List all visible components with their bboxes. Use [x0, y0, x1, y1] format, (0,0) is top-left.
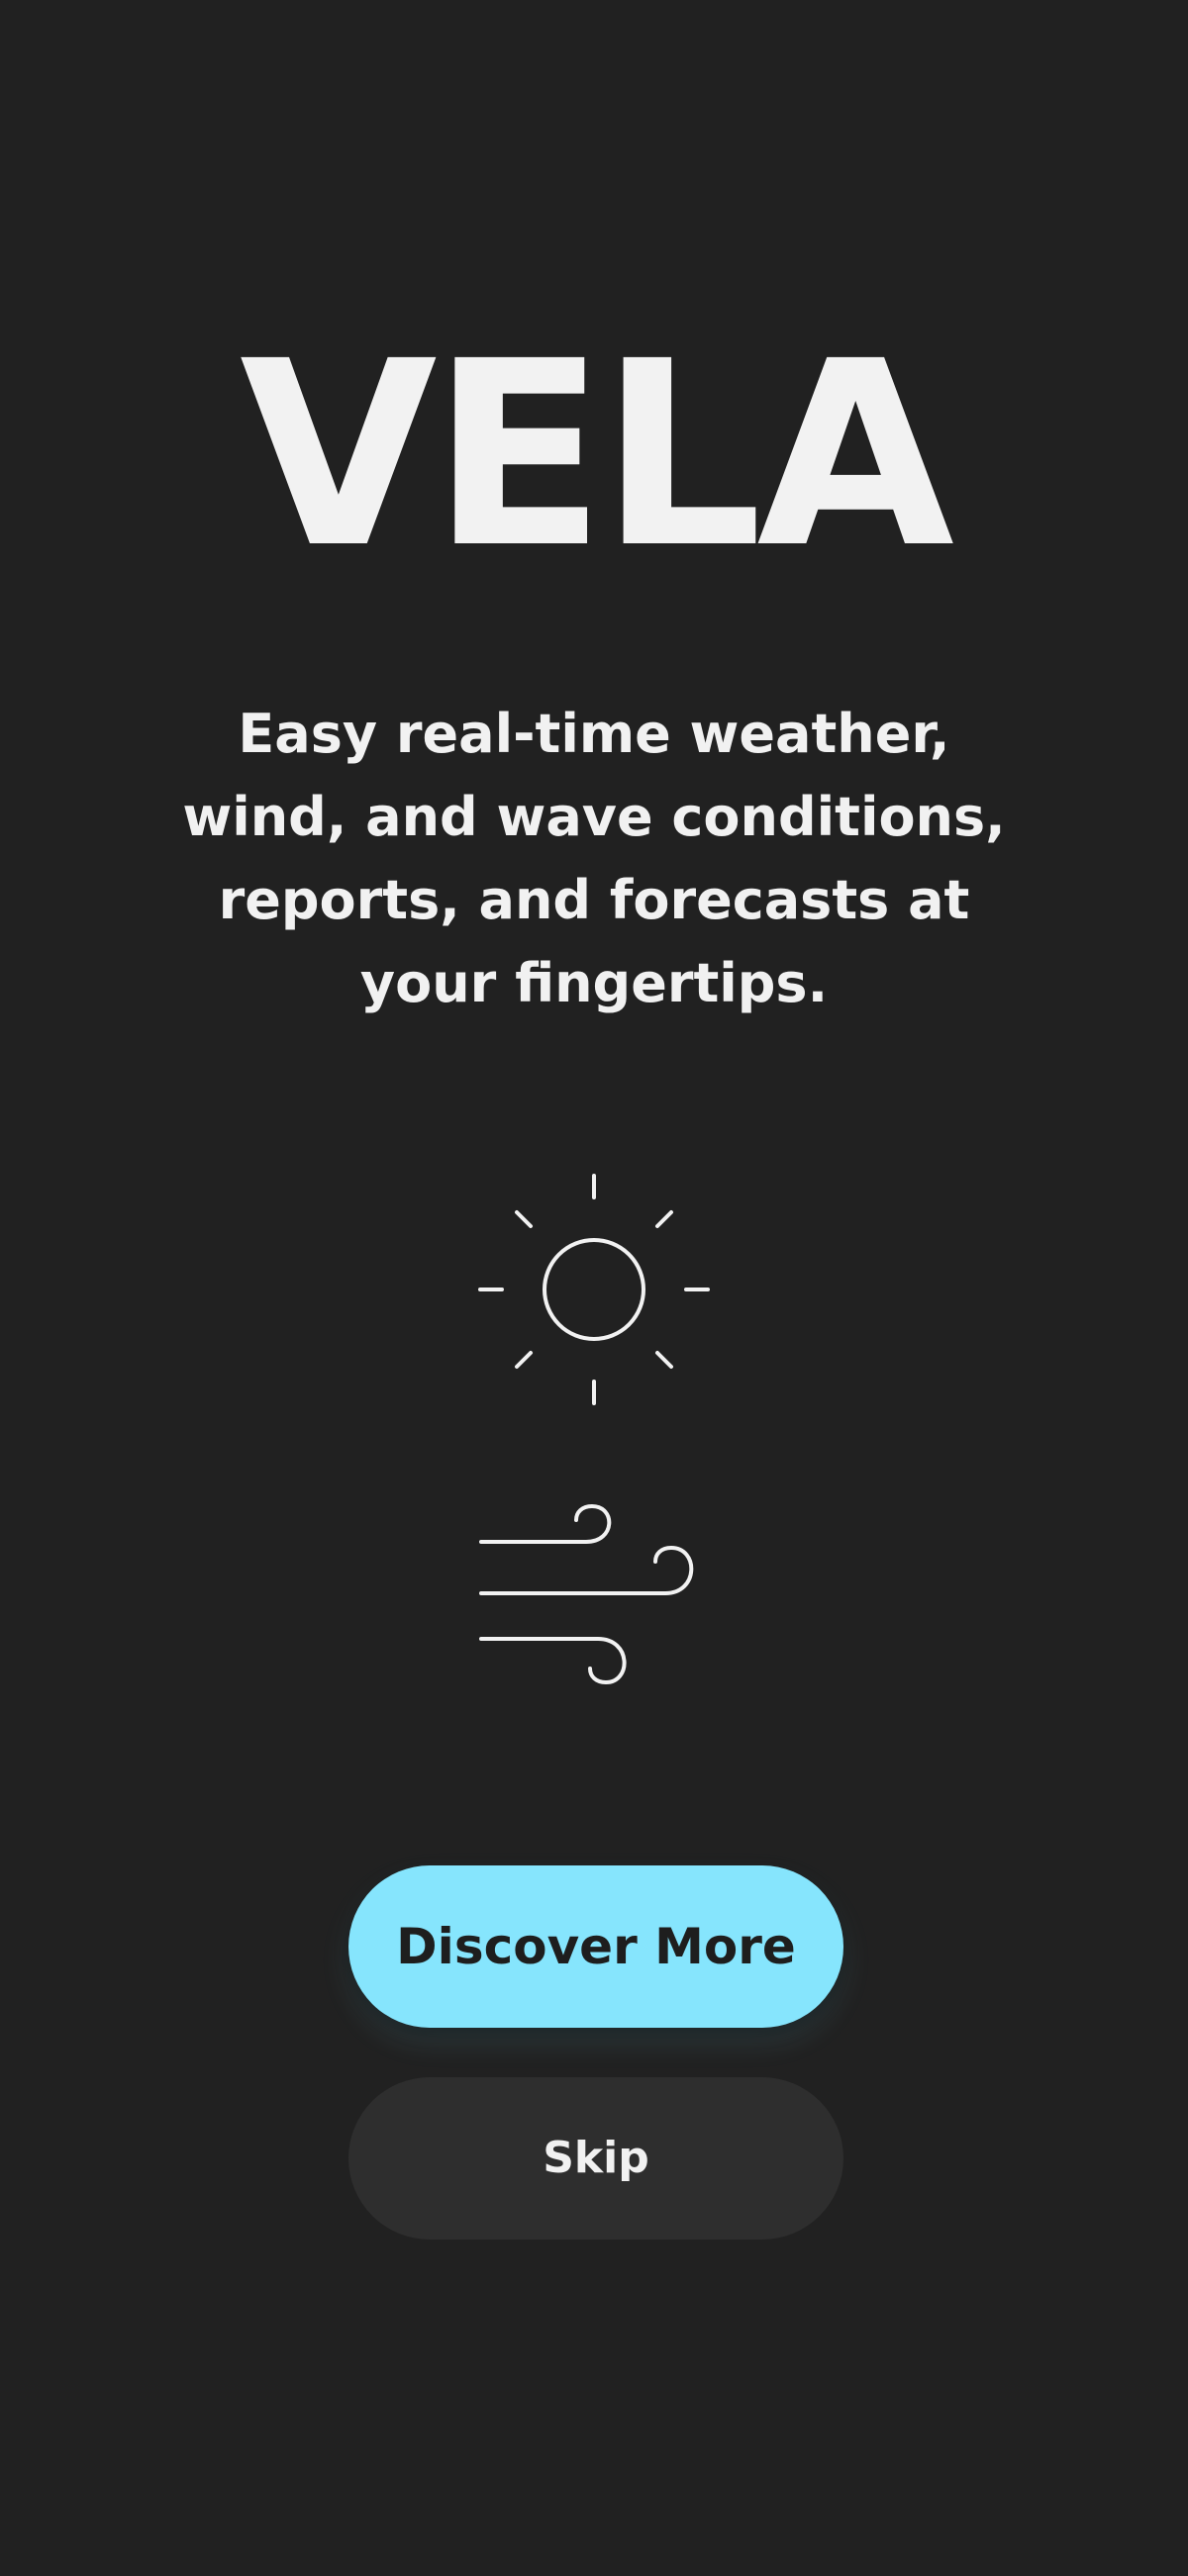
tagline-line: Easy real-time weather, [238, 703, 950, 765]
tagline-line: reports, and forecasts at [218, 869, 970, 931]
wind-icon [479, 1503, 694, 1685]
tagline-line: your fingertips. [359, 952, 829, 1014]
tagline: Easy real-time weather, wind, and wave c… [148, 693, 1040, 1025]
sun-icon [478, 1174, 710, 1405]
onboarding-screen: VELA Easy real-time weather, wind, and w… [0, 0, 1188, 2576]
tagline-line: wind, and wave conditions, [182, 786, 1006, 848]
discover-more-button[interactable]: Discover More [348, 1865, 843, 2028]
skip-button[interactable]: Skip [348, 2077, 843, 2240]
app-title: VELA [240, 307, 954, 604]
